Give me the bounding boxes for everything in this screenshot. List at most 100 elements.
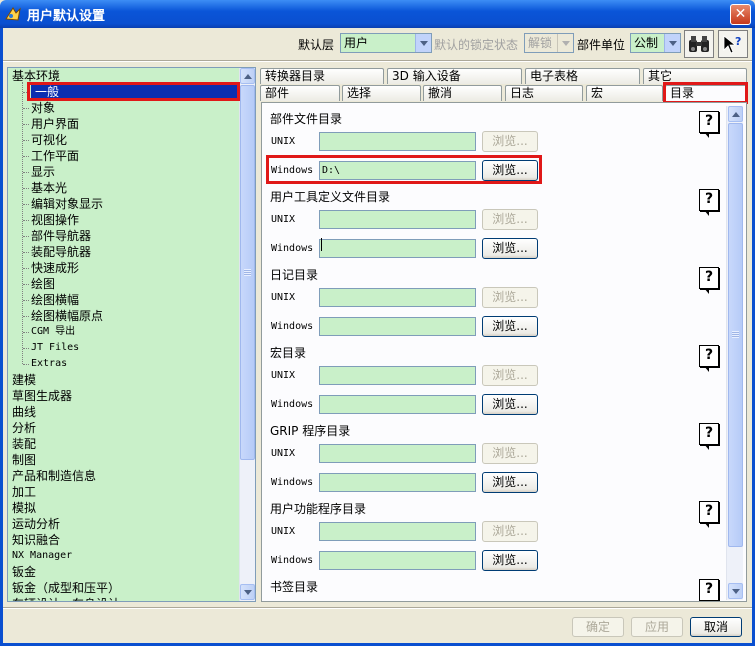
tree-category[interactable]: 钣金（成型和压平） (12, 580, 120, 596)
tree-category[interactable]: 模拟 (12, 500, 36, 516)
tree-subcategory[interactable]: 绘图横幅 (31, 292, 79, 308)
tab-macro[interactable]: 宏 (586, 85, 663, 101)
browse-button[interactable]: 浏览... (482, 131, 538, 152)
browse-button[interactable]: 浏览... (482, 521, 538, 542)
tree-category[interactable]: 曲线 (12, 404, 36, 420)
directory-path-input[interactable] (319, 317, 476, 336)
tree-category[interactable]: NX Manager (12, 548, 72, 564)
ok-button[interactable]: 确定 (572, 617, 624, 637)
tab-journal[interactable]: 日志 (505, 85, 583, 101)
tree-subcategory[interactable]: 工作平面 (31, 148, 79, 164)
tree-subcategory[interactable]: 用户界面 (31, 116, 79, 132)
find-button[interactable] (684, 30, 714, 58)
default-level-label: 默认层 (298, 38, 335, 52)
tree-category[interactable]: 知识融合 (12, 532, 60, 548)
help-icon[interactable]: ? (699, 111, 719, 138)
directory-path-input[interactable] (319, 239, 476, 258)
tree-category[interactable]: 分析 (12, 420, 36, 436)
directory-path-input[interactable] (319, 473, 476, 492)
whats-this-button[interactable]: ? (718, 30, 748, 58)
tree-subcategory[interactable]: 可视化 (31, 132, 67, 148)
tree-subcategory[interactable]: Extras (31, 356, 67, 372)
section-title: 日记目录 (270, 268, 319, 282)
lock-state-value: 解锁 (528, 36, 553, 50)
directory-path-input[interactable] (319, 522, 476, 541)
tree-category[interactable]: 制图 (12, 452, 36, 468)
tab-spreadsheet[interactable]: 电子表格 (525, 68, 640, 84)
browse-button[interactable]: 浏览... (482, 238, 538, 259)
tree-category[interactable]: 车辆设计 - 车身设计 (12, 596, 120, 601)
browse-button[interactable]: 浏览... (482, 209, 538, 230)
directory-path-input[interactable] (319, 288, 476, 307)
os-label: UNIX (271, 136, 296, 147)
part-units-select[interactable]: 公制 (630, 33, 681, 53)
apply-button[interactable]: 应用 (631, 617, 683, 637)
tree-category[interactable]: 产品和制造信息 (12, 468, 96, 484)
help-icon[interactable]: ? (699, 501, 719, 528)
section-title: 宏目录 (270, 346, 307, 360)
directory-path-input[interactable] (319, 366, 476, 385)
directory-path-input[interactable] (319, 444, 476, 463)
scroll-up-arrow-icon[interactable] (728, 106, 743, 122)
tab-3d-input-device[interactable]: 3D 输入设备 (387, 68, 522, 84)
tab-selection[interactable]: 选择 (342, 85, 421, 101)
browse-button[interactable]: 浏览... (482, 316, 538, 337)
help-icon[interactable]: ? (699, 189, 719, 216)
help-icon[interactable]: ? (699, 345, 719, 372)
tree-category[interactable]: 建模 (12, 372, 36, 388)
help-icon[interactable]: ? (699, 423, 719, 450)
tree-connector (23, 140, 29, 141)
tree-subcategory[interactable]: 视图操作 (31, 212, 79, 228)
tree-connector (23, 108, 29, 109)
directory-path-input[interactable] (319, 210, 476, 229)
cancel-button[interactable]: 取消 (690, 617, 742, 637)
browse-button[interactable]: 浏览... (482, 472, 538, 493)
browse-button[interactable]: 浏览... (482, 365, 538, 386)
tree-subcategory[interactable]: 快速成形 (31, 260, 79, 276)
tree-category[interactable]: 运动分析 (12, 516, 60, 532)
window-title: 用户默认设置 (27, 8, 106, 24)
directory-path-input[interactable] (319, 395, 476, 414)
lock-state-select[interactable]: 解锁 (524, 33, 574, 53)
tree-subcategory[interactable]: 装配导航器 (31, 244, 91, 260)
browse-button[interactable]: 浏览... (482, 394, 538, 415)
scroll-up-arrow-icon[interactable] (240, 68, 255, 84)
tree-connector (23, 252, 29, 253)
category-tree[interactable]: 基本环境 一般 对象 用户界面 可视化 工作平面 显示 基本光 编辑对象显示 视图操作 部件导航器装… (7, 67, 256, 602)
tree-subcategory[interactable]: 绘图横幅原点 (31, 308, 103, 324)
tree-connector (23, 188, 29, 189)
tree-subcategory[interactable]: 部件导航器 (31, 228, 91, 244)
scroll-down-arrow-icon[interactable] (728, 583, 743, 599)
close-button[interactable]: ✕ (730, 4, 751, 25)
default-level-select[interactable]: 用户 (340, 33, 432, 53)
os-label: Windows (271, 555, 314, 566)
tree-category[interactable]: 钣金 (12, 564, 36, 580)
browse-button[interactable]: 浏览... (482, 287, 538, 308)
tree-category[interactable]: 草图生成器 (12, 388, 72, 404)
help-icon[interactable]: ? (699, 267, 719, 294)
tree-scroll-thumb[interactable] (240, 85, 255, 460)
browse-button[interactable]: 浏览... (482, 550, 538, 571)
tab-undo[interactable]: 撤消 (423, 85, 502, 101)
tree-subcategory[interactable]: 对象 (31, 100, 55, 116)
panel-scroll-thumb[interactable] (728, 123, 743, 547)
tree-connector (23, 124, 29, 125)
tree-subcategory[interactable]: CGM 导出 (31, 324, 75, 340)
tree-scrollbar[interactable] (239, 68, 255, 601)
tree-subcategory[interactable]: 编辑对象显示 (31, 196, 103, 212)
browse-button[interactable]: 浏览... (482, 443, 538, 464)
tab-converter-directory[interactable]: 转换器目录 (260, 68, 384, 84)
help-icon[interactable]: ? (699, 579, 719, 601)
directory-path-input[interactable] (319, 551, 476, 570)
panel-scrollbar[interactable] (726, 106, 743, 600)
tree-category[interactable]: 加工 (12, 484, 36, 500)
section-title: 用户功能程序目录 (270, 502, 367, 516)
scroll-down-arrow-icon[interactable] (240, 584, 255, 600)
tab-part[interactable]: 部件 (260, 85, 340, 101)
tree-subcategory[interactable]: 基本光 (31, 180, 67, 196)
tree-subcategory[interactable]: 显示 (31, 164, 55, 180)
directory-path-input[interactable] (319, 132, 476, 151)
tree-subcategory[interactable]: 绘图 (31, 276, 55, 292)
tree-subcategory[interactable]: JT Files (31, 340, 79, 356)
tree-category[interactable]: 装配 (12, 436, 36, 452)
